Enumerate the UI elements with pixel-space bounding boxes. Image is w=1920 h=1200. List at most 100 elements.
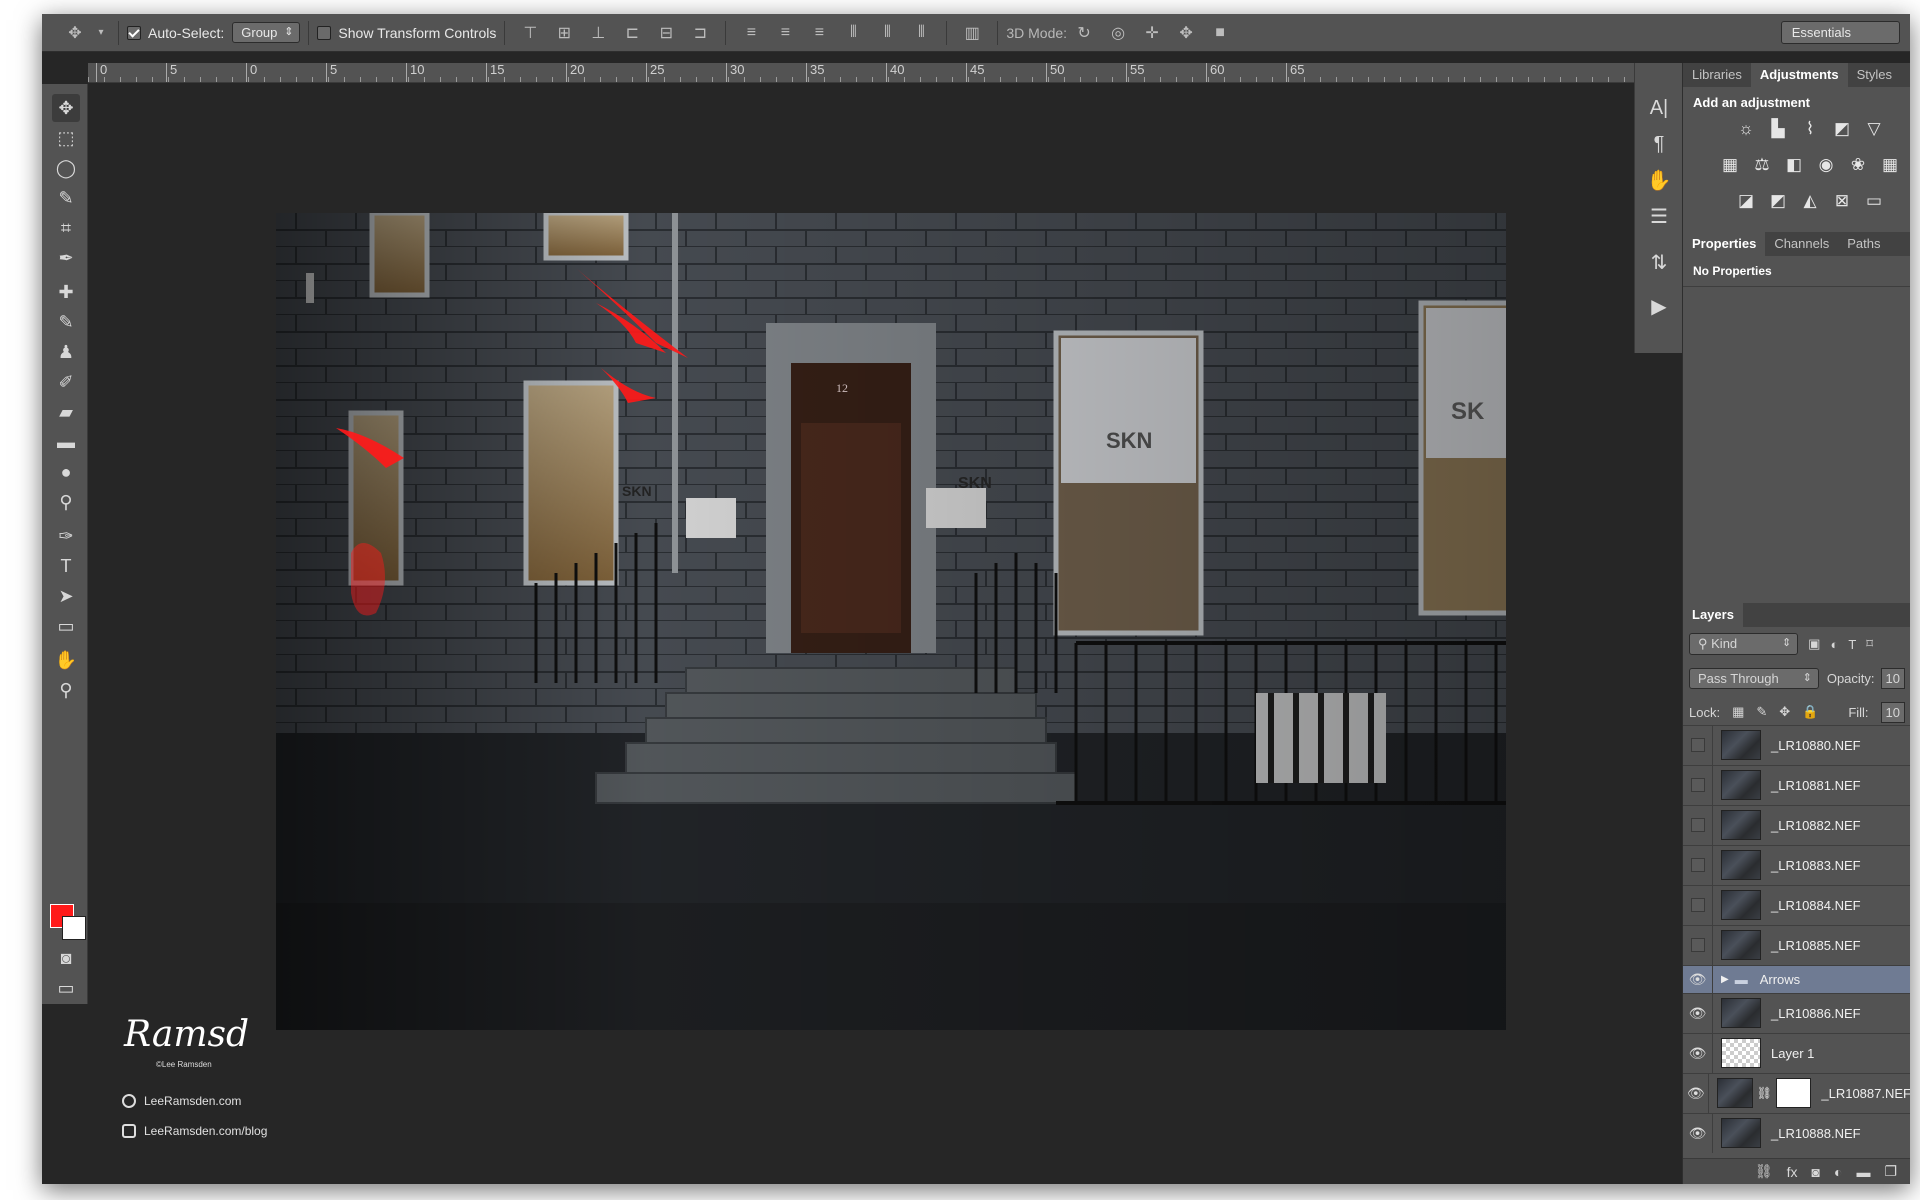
new-group-icon[interactable]: ▬ — [1856, 1164, 1870, 1180]
visibility-toggle[interactable] — [1683, 925, 1713, 965]
align-bottom-icon[interactable]: ⊥ — [585, 20, 611, 46]
visibility-box[interactable] — [1690, 738, 1705, 752]
align-vcenter-icon[interactable]: ⊞ — [551, 20, 577, 46]
brush-settings-icon[interactable]: ☰ — [1643, 201, 1675, 231]
visibility-toggle[interactable] — [1683, 845, 1713, 885]
eye-icon[interactable]: 👁 — [1683, 1033, 1713, 1073]
type-tool-icon[interactable]: T — [52, 552, 80, 580]
channel-mixer-icon[interactable]: ❀ — [1847, 154, 1869, 176]
add-mask-icon[interactable]: ◙ — [1812, 1164, 1820, 1180]
distribute-left-icon[interactable]: ⦀ — [840, 20, 866, 46]
exposure-icon[interactable]: ◩ — [1831, 118, 1853, 140]
history-brush-tool-icon[interactable]: ✐ — [52, 368, 80, 396]
fill-input[interactable]: 10 — [1880, 701, 1905, 723]
crop-tool-icon[interactable]: ⌗ — [52, 214, 80, 242]
3d-slide-icon[interactable]: ✥ — [1173, 20, 1199, 46]
adjustment-filter-icon[interactable]: ◐ — [1830, 637, 1838, 652]
new-adjustment-icon[interactable]: ◐ — [1834, 1164, 1842, 1180]
selective-color-icon[interactable]: ⊠ — [1831, 190, 1853, 212]
eye-icon[interactable]: 👁 — [1683, 1113, 1713, 1153]
invert-icon[interactable]: ◪ — [1735, 190, 1757, 212]
tab-properties[interactable]: Properties — [1683, 232, 1766, 256]
history-panel-icon[interactable]: ⇅ — [1643, 247, 1675, 277]
visibility-box[interactable] — [1690, 818, 1705, 832]
visibility-toggle[interactable] — [1683, 765, 1713, 805]
curves-icon[interactable]: ⌇ — [1799, 118, 1821, 140]
levels-icon[interactable]: ▙ — [1767, 118, 1789, 140]
document-canvas[interactable]: SKN SKN SKN SK 12 — [276, 213, 1506, 1030]
hand-tool-icon[interactable]: ✋ — [52, 646, 80, 674]
gradient-tool-icon[interactable]: ▬ — [52, 428, 80, 456]
workspace-dropdown[interactable]: Essentials — [1780, 21, 1900, 44]
tab-paths[interactable]: Paths — [1838, 232, 1889, 256]
distribute-hcenter-icon[interactable]: ⦀ — [874, 20, 900, 46]
lock-transparent-icon[interactable]: ▦ — [1732, 704, 1744, 720]
move-tool-icon[interactable]: ✥ — [62, 20, 88, 46]
auto-select-dropdown[interactable]: Group — [232, 22, 301, 43]
visibility-box[interactable] — [1690, 858, 1705, 872]
visibility-toggle[interactable] — [1683, 805, 1713, 845]
new-layer-icon[interactable]: ❐ — [1884, 1163, 1897, 1180]
tab-styles[interactable]: Styles — [1848, 63, 1901, 87]
layer-row[interactable]: _LR10880.NEF — [1683, 725, 1910, 765]
lock-pixels-icon[interactable]: ✎ — [1756, 704, 1767, 720]
layer-row[interactable]: 👁 ⛓ _LR10887.NEF — [1683, 1073, 1910, 1113]
expand-icon[interactable]: ▶ — [1721, 974, 1729, 985]
eraser-tool-icon[interactable]: ▰ — [52, 398, 80, 426]
clone-stamp-tool-icon[interactable]: ♟ — [52, 338, 80, 366]
path-select-tool-icon[interactable]: ➤ — [52, 582, 80, 610]
3d-pan-icon[interactable]: ✛ — [1139, 20, 1165, 46]
photo-filter-icon[interactable]: ◉ — [1815, 154, 1837, 176]
3d-scale-icon[interactable]: ■ — [1207, 20, 1233, 46]
layer-row[interactable]: 👁 _LR10886.NEF — [1683, 993, 1910, 1033]
gradient-map-icon[interactable]: ▭ — [1863, 190, 1885, 212]
lock-position-icon[interactable]: ✥ — [1779, 704, 1790, 720]
distribute-top-icon[interactable]: ≡ — [738, 20, 764, 46]
vibrance-icon[interactable]: ▽ — [1863, 118, 1885, 140]
black-white-icon[interactable]: ◧ — [1783, 154, 1805, 176]
distribute-right-icon[interactable]: ⦀ — [908, 20, 934, 46]
quick-select-tool-icon[interactable]: ✎ — [52, 184, 80, 212]
opacity-input[interactable]: 10 — [1880, 667, 1905, 689]
pixel-filter-icon[interactable]: ▣ — [1808, 636, 1820, 652]
kind-filter-dropdown[interactable]: ⚲ Kind — [1689, 633, 1799, 655]
actions-play-icon[interactable]: ▶ — [1643, 291, 1675, 321]
layer-row[interactable]: _LR10882.NEF — [1683, 805, 1910, 845]
tab-libraries[interactable]: Libraries — [1683, 63, 1751, 87]
layer-mask-thumbnail[interactable] — [1776, 1078, 1812, 1108]
type-filter-icon[interactable]: T — [1848, 637, 1856, 652]
tab-channels[interactable]: Channels — [1765, 232, 1838, 256]
visibility-toggle[interactable] — [1683, 885, 1713, 925]
character-panel-icon[interactable]: A| — [1643, 93, 1675, 123]
paragraph-panel-icon[interactable]: ¶ — [1643, 129, 1675, 159]
layer-row[interactable]: _LR10885.NEF — [1683, 925, 1910, 965]
brightness-icon[interactable]: ☼ — [1735, 118, 1757, 140]
tool-presets-icon[interactable]: ✋ — [1643, 165, 1675, 195]
move-tool-icon[interactable]: ✥ — [52, 94, 80, 122]
layer-row[interactable]: _LR10881.NEF — [1683, 765, 1910, 805]
visibility-box[interactable] — [1690, 778, 1705, 792]
3d-orbit-icon[interactable]: ↻ — [1071, 20, 1097, 46]
color-balance-icon[interactable]: ⚖ — [1751, 154, 1773, 176]
eyedropper-tool-icon[interactable]: ✒ — [52, 244, 80, 272]
blend-mode-dropdown[interactable]: Pass Through — [1689, 667, 1819, 689]
lasso-tool-icon[interactable]: ◯ — [52, 154, 80, 182]
layer-row[interactable]: 👁 _LR10888.NEF — [1683, 1113, 1910, 1153]
link-icon[interactable]: ⛓ — [1757, 1086, 1772, 1100]
align-hcenter-icon[interactable]: ⊟ — [653, 20, 679, 46]
show-transform-checkbox[interactable] — [317, 25, 332, 40]
blur-tool-icon[interactable]: ● — [52, 458, 80, 486]
3d-roll-icon[interactable]: ◎ — [1105, 20, 1131, 46]
marquee-tool-icon[interactable]: ⬚ — [52, 124, 80, 152]
shape-filter-icon[interactable]: ⌑ — [1866, 636, 1873, 652]
posterize-icon[interactable]: ◩ — [1767, 190, 1789, 212]
brush-tool-icon[interactable]: ✎ — [52, 308, 80, 336]
pen-tool-icon[interactable]: ✑ — [52, 522, 80, 550]
zoom-tool-icon[interactable]: ⚲ — [52, 676, 80, 704]
link-icon[interactable]: ⛓ — [1755, 1163, 1773, 1180]
align-top-icon[interactable]: ⊤ — [517, 20, 543, 46]
color-lookup-icon[interactable]: ▦ — [1879, 154, 1901, 176]
hue-saturation-icon[interactable]: ▦ — [1719, 154, 1741, 176]
rectangle-tool-icon[interactable]: ▭ — [52, 612, 80, 640]
eye-icon[interactable]: 👁 — [1683, 1073, 1710, 1113]
